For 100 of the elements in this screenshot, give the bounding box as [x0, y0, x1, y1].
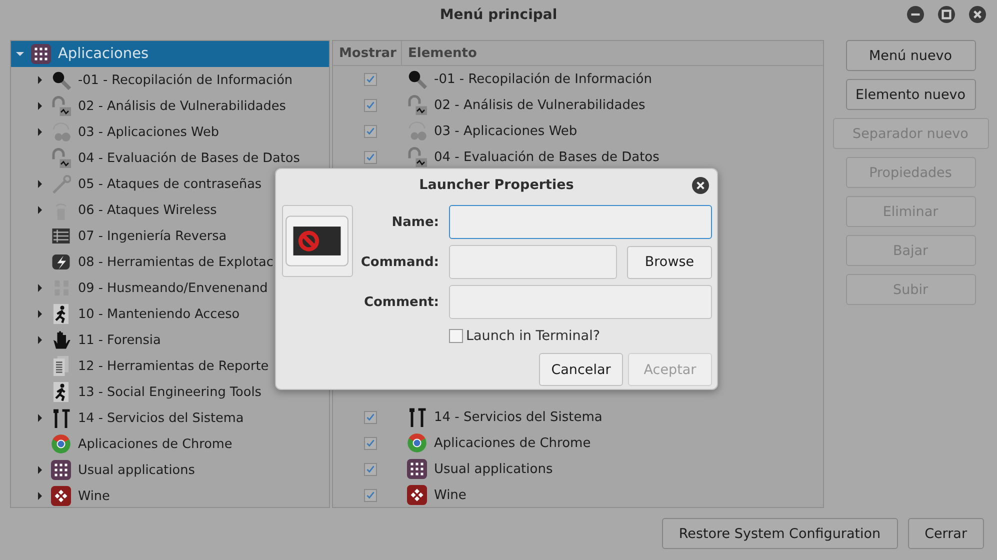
- runner-icon: [51, 304, 71, 324]
- action-button[interactable]: Menú nuevo: [846, 40, 976, 71]
- dialog-title: Launcher Properties: [419, 177, 574, 193]
- item-label: Wine: [434, 488, 466, 502]
- tree-item[interactable]: 04 - Evaluación de Bases de Datos: [11, 145, 329, 171]
- show-checkbox[interactable]: [364, 98, 376, 112]
- expander-icon[interactable]: [35, 491, 45, 501]
- tree-label: 04 - Evaluación de Bases de Datos: [78, 150, 300, 166]
- tree-label: Usual applications: [78, 462, 195, 478]
- name-field[interactable]: [449, 205, 712, 239]
- expander-icon[interactable]: [15, 49, 25, 59]
- footer-button[interactable]: Restore System Configuration: [662, 518, 898, 549]
- tree-item[interactable]: 09 - Husmeando/Envenenand: [11, 275, 329, 301]
- magnifier-icon: [407, 69, 427, 89]
- tree-item[interactable]: 13 - Social Engineering Tools: [11, 379, 329, 405]
- show-checkbox[interactable]: [364, 72, 376, 86]
- field-label: Comment:: [362, 294, 439, 310]
- runner-icon: [51, 382, 71, 402]
- cancel-button[interactable]: Cancelar: [539, 353, 623, 386]
- expander-icon[interactable]: [35, 335, 45, 345]
- tree-item[interactable]: 07 - Ingeniería Reversa: [11, 223, 329, 249]
- action-button[interactable]: Elemento nuevo: [846, 79, 976, 110]
- comment-field[interactable]: [449, 285, 712, 319]
- terminal-checkbox[interactable]: [449, 329, 463, 343]
- show-checkbox[interactable]: [364, 410, 376, 424]
- expander-icon[interactable]: [35, 127, 45, 137]
- expander-icon[interactable]: [35, 101, 45, 111]
- show-checkbox[interactable]: [364, 462, 376, 476]
- tree-label: 06 - Ataques Wireless: [78, 202, 217, 218]
- minimize-icon[interactable]: [907, 6, 924, 23]
- tree-label: 05 - Ataques de contraseñas: [78, 176, 262, 192]
- item-label: Aplicaciones de Chrome: [434, 436, 591, 450]
- gears-icon: [51, 122, 71, 142]
- browse-button[interactable]: Browse: [627, 246, 712, 278]
- tree-label: -01 - Recopilación de Información: [78, 72, 293, 88]
- checkbox-label: Launch in Terminal?: [466, 328, 600, 344]
- tree-label: Wine: [78, 488, 110, 504]
- tree-item[interactable]: Usual applications: [11, 457, 329, 483]
- expander-icon[interactable]: [35, 309, 45, 319]
- tree-label: 03 - Aplicaciones Web: [78, 124, 219, 140]
- tree-item[interactable]: 10 - Manteniendo Acceso: [11, 301, 329, 327]
- column-header[interactable]: Elemento: [402, 41, 477, 65]
- grid-icon: [407, 459, 427, 479]
- expander-icon[interactable]: [35, 465, 45, 475]
- circuit-icon: [51, 226, 71, 246]
- expander-icon[interactable]: [35, 413, 45, 423]
- close-icon[interactable]: [692, 177, 709, 194]
- launcher-icon-button[interactable]: [282, 205, 353, 277]
- tree-item[interactable]: 14 - Servicios del Sistema: [11, 405, 329, 431]
- tree-item[interactable]: 06 - Ataques Wireless: [11, 197, 329, 223]
- key-icon: [51, 174, 71, 194]
- close-icon[interactable]: [969, 6, 986, 23]
- item-label: Usual applications: [434, 462, 553, 476]
- lock-icon: [407, 147, 427, 167]
- lock-icon: [407, 95, 427, 115]
- gears-icon: [407, 121, 427, 141]
- tree-item[interactable]: 08 - Herramientas de Explotac: [11, 249, 329, 275]
- column-header[interactable]: Mostrar: [333, 41, 402, 65]
- bolt-icon: [51, 252, 71, 272]
- item-label: -01 - Recopilación de Información: [434, 72, 652, 86]
- browser-icon: [51, 434, 71, 454]
- lock-icon: [51, 148, 71, 168]
- tree-label: 10 - Manteniendo Acceso: [78, 306, 240, 322]
- tree-label: Aplicaciones de Chrome: [78, 436, 232, 452]
- magnifier-icon: [51, 70, 71, 90]
- tools-icon: [51, 408, 71, 428]
- item-label: 03 - Aplicaciones Web: [434, 124, 578, 138]
- command-field[interactable]: [449, 245, 617, 279]
- tree-item[interactable]: -01 - Recopilación de Información: [11, 67, 329, 93]
- tree-item[interactable]: Aplicaciones: [11, 41, 329, 67]
- show-checkbox[interactable]: [364, 150, 376, 164]
- tree-label: 12 - Herramientas de Reporte: [78, 358, 269, 374]
- tree-item[interactable]: 11 - Forensia: [11, 327, 329, 353]
- hand-icon: [51, 330, 71, 350]
- expander-icon[interactable]: [35, 75, 45, 85]
- maximize-icon[interactable]: [938, 6, 955, 23]
- field-label: Command:: [360, 254, 439, 270]
- footer-button[interactable]: Cerrar: [908, 518, 984, 549]
- forbidden-icon: [284, 213, 350, 269]
- item-label: 04 - Evaluación de Bases de Datos: [434, 150, 660, 164]
- tree-label: 07 - Ingeniería Reversa: [78, 228, 227, 244]
- lock-icon: [51, 96, 71, 116]
- tree-item[interactable]: 05 - Ataques de contraseñas: [11, 171, 329, 197]
- show-checkbox[interactable]: [364, 124, 376, 138]
- tree-item[interactable]: Aplicaciones de Chrome: [11, 431, 329, 457]
- grid-icon: [51, 460, 71, 480]
- tree-item[interactable]: 03 - Aplicaciones Web: [11, 119, 329, 145]
- show-checkbox[interactable]: [364, 488, 376, 502]
- tree-item[interactable]: Wine: [11, 483, 329, 507]
- tree-item[interactable]: 02 - Análisis de Vulnerabilidades: [11, 93, 329, 119]
- show-checkbox[interactable]: [364, 436, 376, 450]
- tree-label: 08 - Herramientas de Explotac: [78, 254, 274, 270]
- item-label: 02 - Análisis de Vulnerabilidades: [434, 98, 646, 112]
- field-label: Name:: [390, 214, 439, 230]
- expander-icon[interactable]: [35, 205, 45, 215]
- expander-icon[interactable]: [35, 283, 45, 293]
- item-label: 14 - Servicios del Sistema: [434, 410, 602, 424]
- tree-item[interactable]: 12 - Herramientas de Reporte: [11, 353, 329, 379]
- tree-label: 11 - Forensia: [78, 332, 161, 348]
- expander-icon[interactable]: [35, 179, 45, 189]
